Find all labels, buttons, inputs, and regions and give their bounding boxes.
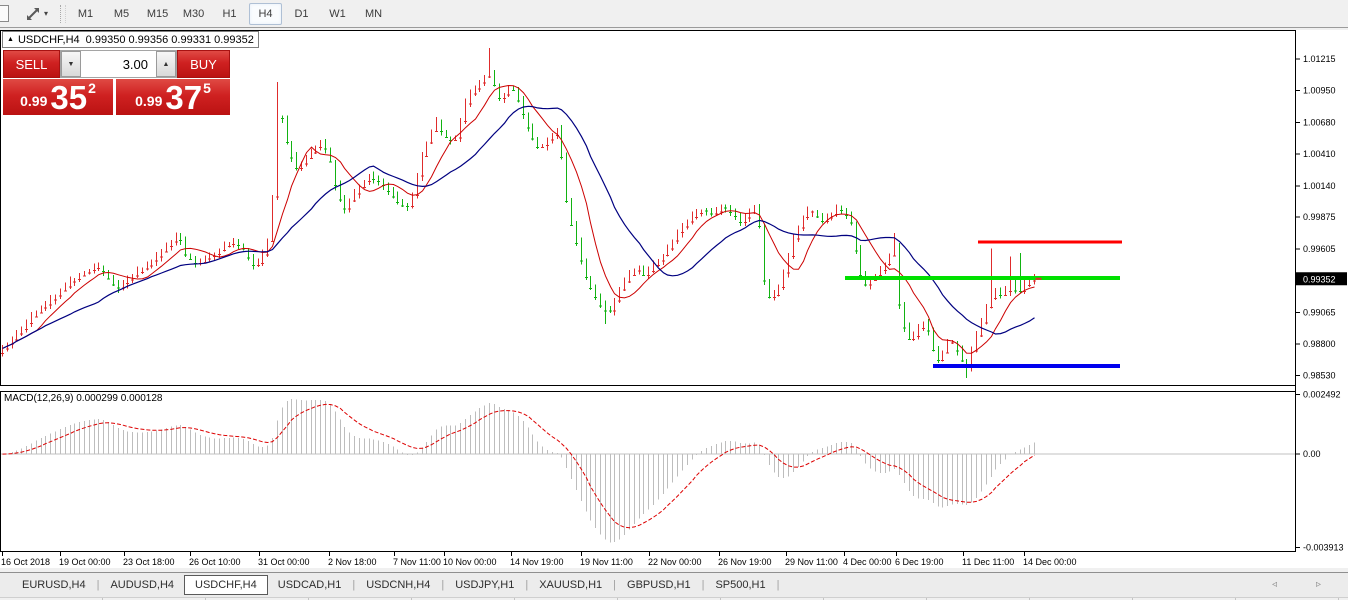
- sell-price-pipette: 2: [88, 80, 96, 96]
- svg-text:0.99875: 0.99875: [1303, 212, 1336, 222]
- tab-usdchf-h4[interactable]: USDCHF,H4: [184, 575, 268, 595]
- buy-price-prefix: 0.99: [135, 93, 162, 109]
- timeframe-d1-button[interactable]: D1: [285, 3, 318, 25]
- svg-text:16 Oct 2018: 16 Oct 2018: [1, 557, 50, 567]
- tab-separator: |: [777, 579, 780, 591]
- volume-decrease-button[interactable]: ▼: [61, 51, 81, 77]
- timeframe-mn-button[interactable]: MN: [357, 3, 390, 25]
- svg-text:31 Oct 00:00: 31 Oct 00:00: [258, 557, 310, 567]
- tab-eurusd-h4[interactable]: EURUSD,H4: [12, 576, 96, 594]
- toolbar-grip[interactable]: [60, 5, 66, 23]
- svg-text:0.98530: 0.98530: [1303, 371, 1336, 381]
- svg-text:10 Nov 00:00: 10 Nov 00:00: [443, 557, 497, 567]
- svg-text:-0.003913: -0.003913: [1303, 543, 1344, 553]
- clipped-toolbar-icon[interactable]: [0, 5, 9, 22]
- svg-text:14 Nov 19:00: 14 Nov 19:00: [510, 557, 564, 567]
- volume-stepper: ▼ 3.00 ▲: [60, 50, 177, 78]
- svg-text:4 Dec 00:00: 4 Dec 00:00: [843, 557, 892, 567]
- svg-text:0.002492: 0.002492: [1303, 390, 1341, 400]
- up-triangle-icon: ▲: [163, 61, 170, 68]
- svg-text:1.00140: 1.00140: [1303, 181, 1336, 191]
- sell-price-big: 35: [50, 84, 87, 112]
- tab-xauusd-h1[interactable]: XAUUSD,H1: [529, 576, 612, 594]
- toolbar: ▾ M1 M5 M15 M30 H1 H4 D1 W1 MN: [0, 0, 1348, 28]
- svg-text:0.00: 0.00: [1303, 449, 1321, 459]
- sell-price-tile[interactable]: 0.99 35 2: [3, 79, 113, 115]
- tab-audusd-h4[interactable]: AUDUSD,H4: [100, 576, 184, 594]
- chart-tab-bar: EURUSD,H4 | AUDUSD,H4 USDCHF,H4 USDCAD,H…: [0, 572, 1348, 597]
- tab-separator: |: [97, 579, 100, 591]
- timeframe-m5-button[interactable]: M5: [105, 3, 138, 25]
- macd-indicator-label: MACD(12,26,9) 0.000299 0.000128: [4, 393, 162, 404]
- tab-usdjpy-h1[interactable]: USDJPY,H1: [445, 576, 524, 594]
- svg-text:0.99065: 0.99065: [1303, 308, 1336, 318]
- timeframe-h4-button[interactable]: H4: [249, 3, 282, 25]
- svg-text:2 Nov 18:00: 2 Nov 18:00: [328, 557, 377, 567]
- svg-text:26 Oct 10:00: 26 Oct 10:00: [189, 557, 241, 567]
- svg-text:14 Dec 00:00: 14 Dec 00:00: [1023, 557, 1077, 567]
- sell-price-prefix: 0.99: [20, 93, 47, 109]
- svg-text:19 Oct 00:00: 19 Oct 00:00: [59, 557, 111, 567]
- buy-price-tile[interactable]: 0.99 37 5: [116, 79, 230, 115]
- svg-text:1.00950: 1.00950: [1303, 85, 1336, 95]
- volume-increase-button[interactable]: ▲: [156, 51, 176, 77]
- buy-price-big: 37: [165, 84, 202, 112]
- chart-symbol-label: USDCHF,H4: [18, 34, 80, 46]
- svg-text:11 Dec 11:00: 11 Dec 11:00: [962, 557, 1014, 567]
- timeframe-m15-button[interactable]: M15: [141, 3, 174, 25]
- tab-usdcad-h1[interactable]: USDCAD,H1: [268, 576, 352, 594]
- svg-text:0.98800: 0.98800: [1303, 339, 1336, 349]
- svg-text:1.01215: 1.01215: [1303, 54, 1336, 64]
- svg-text:1.00410: 1.00410: [1303, 149, 1336, 159]
- tab-scroll-left-icon[interactable]: ◃: [1272, 579, 1277, 590]
- down-triangle-icon: ▼: [68, 61, 75, 68]
- svg-text:22 Nov 00:00: 22 Nov 00:00: [648, 557, 702, 567]
- tab-separator: |: [352, 579, 355, 591]
- timeframe-m30-button[interactable]: M30: [177, 3, 210, 25]
- timeframe-w1-button[interactable]: W1: [321, 3, 354, 25]
- sell-button[interactable]: SELL: [3, 50, 60, 78]
- buy-button[interactable]: BUY: [177, 50, 230, 78]
- symbols-exchange-icon[interactable]: ▾: [25, 6, 48, 22]
- volume-input[interactable]: 3.00: [81, 51, 156, 77]
- svg-text:0.99605: 0.99605: [1303, 244, 1336, 254]
- current-price-label: 0.99352: [1296, 272, 1347, 285]
- buy-price-pipette: 5: [203, 80, 211, 96]
- macd-values: 0.000299 0.000128: [76, 393, 162, 404]
- tab-gbpusd-h1[interactable]: GBPUSD,H1: [617, 576, 701, 594]
- svg-text:7 Nov 11:00: 7 Nov 11:00: [393, 557, 441, 567]
- tab-separator: |: [441, 579, 444, 591]
- svg-text:19 Nov 11:00: 19 Nov 11:00: [580, 557, 633, 567]
- svg-text:1.00680: 1.00680: [1303, 117, 1336, 127]
- macd-name: MACD(12,26,9): [4, 393, 73, 404]
- svg-text:6 Dec 19:00: 6 Dec 19:00: [895, 557, 944, 567]
- tab-sp500-h1[interactable]: SP500,H1: [705, 576, 775, 594]
- tab-separator: |: [613, 579, 616, 591]
- tab-usdcnh-h4[interactable]: USDCNH,H4: [356, 576, 440, 594]
- tab-scroll-right-icon[interactable]: ▹: [1316, 579, 1321, 590]
- chart-title-box: ▲ USDCHF,H4 0.99350 0.99356 0.99331 0.9935…: [2, 31, 259, 48]
- one-click-trading-panel: SELL ▼ 3.00 ▲ BUY 0.99 35 2 0.99 37 5: [3, 50, 230, 115]
- svg-text:29 Nov 11:00: 29 Nov 11:00: [785, 557, 838, 567]
- chart-ohlc-values: 0.99350 0.99356 0.99331 0.99352: [86, 34, 254, 46]
- tab-separator: |: [525, 579, 528, 591]
- timeframe-h1-button[interactable]: H1: [213, 3, 246, 25]
- svg-text:23 Oct 18:00: 23 Oct 18:00: [123, 557, 175, 567]
- dropdown-caret-icon: ▾: [44, 9, 48, 18]
- timeframe-m1-button[interactable]: M1: [69, 3, 102, 25]
- svg-text:26 Nov 19:00: 26 Nov 19:00: [718, 557, 772, 567]
- svg-text:0.99352: 0.99352: [1303, 274, 1336, 284]
- exchange-arrows-icon: [25, 6, 41, 22]
- collapse-ohlc-icon[interactable]: ▲: [7, 36, 14, 43]
- tab-separator: |: [702, 579, 705, 591]
- mt4-window: ▾ M1 M5 M15 M30 H1 H4 D1 W1 MN 1.01215 1.…: [0, 0, 1348, 600]
